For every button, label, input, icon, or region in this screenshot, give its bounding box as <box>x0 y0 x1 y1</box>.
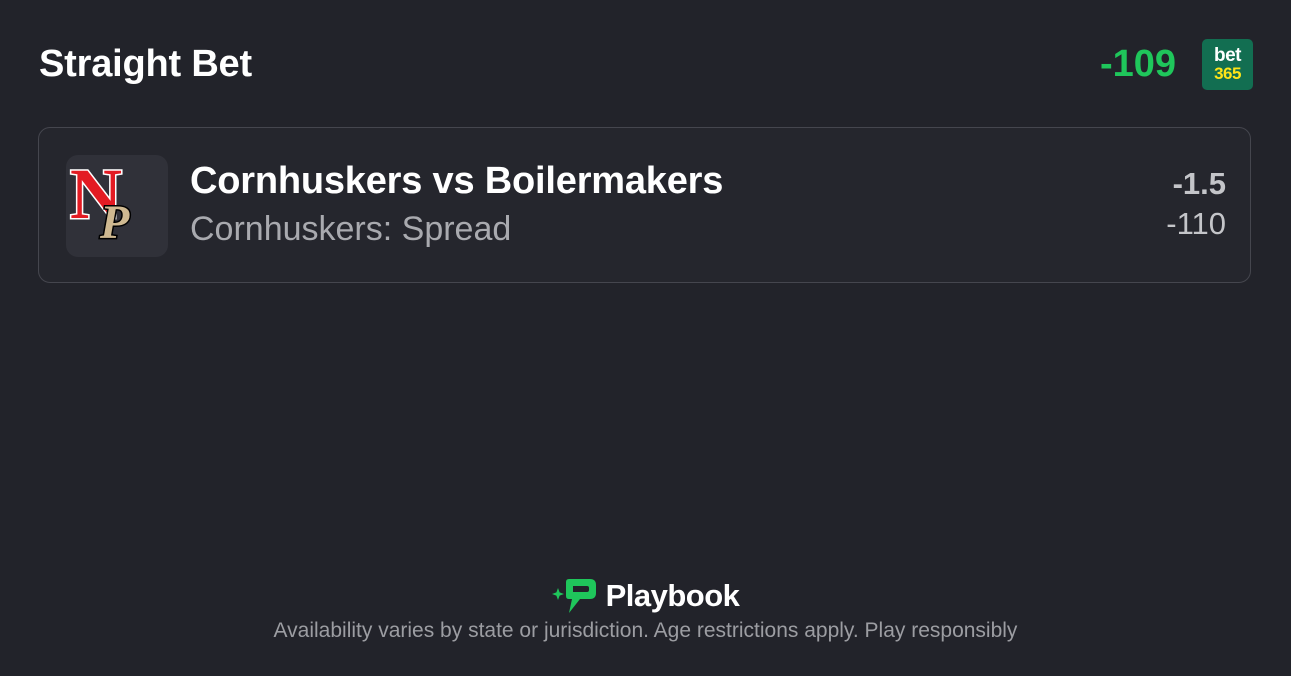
disclaimer-text: Availability varies by state or jurisdic… <box>273 619 1018 642</box>
total-odds: -109 <box>1099 42 1176 85</box>
page-title: Straight Bet <box>39 42 252 85</box>
footer-brand: Playbook <box>0 578 1291 614</box>
header: Straight Bet -109 bet 365 <box>39 38 1253 90</box>
bet-slip-screen: Straight Bet -109 bet 365 N P Cornhusker… <box>0 0 1291 676</box>
spread-line: -1.5 <box>1172 166 1226 201</box>
team-logo: N P <box>66 155 168 257</box>
sportsbook-logo-top: bet <box>1214 45 1242 66</box>
leg-price: -110 <box>1166 206 1226 241</box>
playbook-logo-icon <box>551 579 596 613</box>
market-description: Cornhuskers: Spread <box>190 210 512 248</box>
sportsbook-logo-bottom: 365 <box>1214 64 1241 83</box>
matchup-title: Cornhuskers vs Boilermakers <box>190 160 724 202</box>
bet-card[interactable]: N P Cornhuskers vs Boilermakers Cornhusk… <box>38 127 1251 283</box>
header-odds-group: -109 bet 365 <box>1099 38 1253 90</box>
nebraska-purdue-logo-icon: N P <box>69 155 132 251</box>
brand-name: Playbook <box>605 578 740 613</box>
sportsbook-logo[interactable]: bet 365 <box>1202 38 1253 90</box>
purdue-p-letter: P <box>99 196 130 249</box>
